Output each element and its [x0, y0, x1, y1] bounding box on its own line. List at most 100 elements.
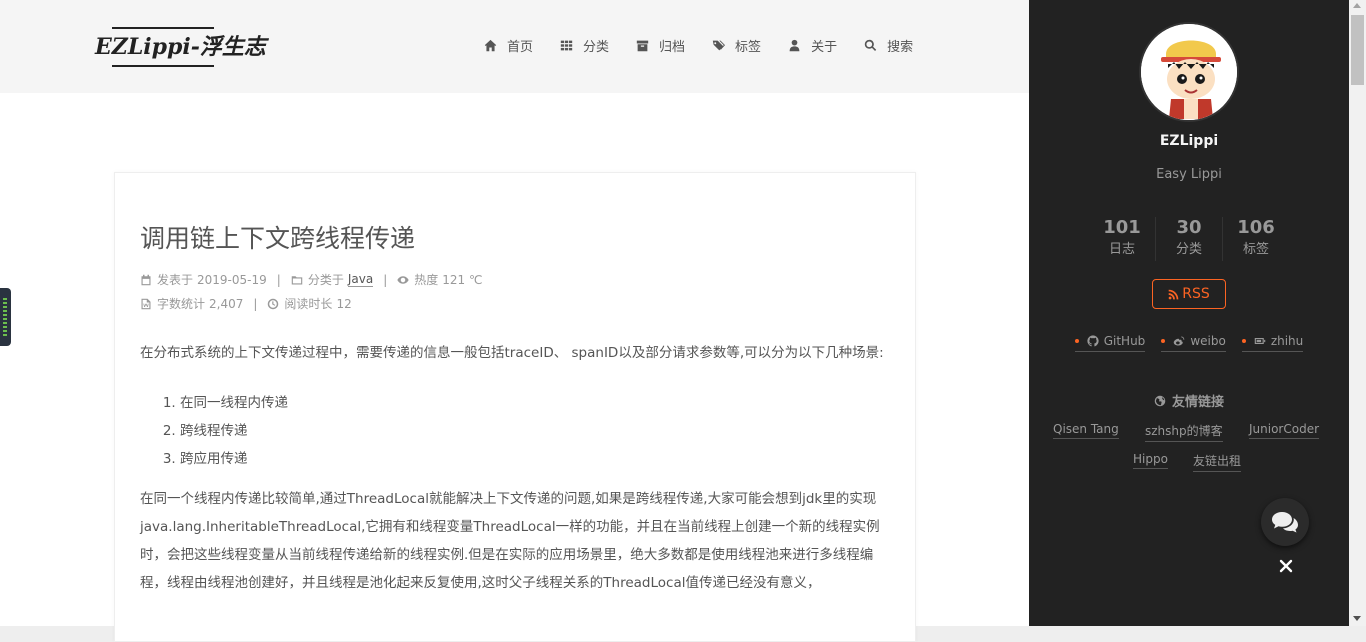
post-paragraph-2: 在同一个线程内传递比较简单,通过ThreadLocal就能解决上下文传递的问题,…: [140, 491, 880, 591]
search-icon: [864, 39, 877, 51]
meta-divider: |: [276, 272, 281, 287]
wordcount-value: 2,407: [209, 296, 244, 311]
post-body: 在分布式系统的上下文传递过程中，需要传递的信息一般包括traceID、 span…: [140, 339, 892, 609]
category-link[interactable]: Java: [347, 272, 374, 287]
side-toggle-tab[interactable]: [0, 288, 11, 346]
scroll-up-arrow[interactable]: [1353, 3, 1361, 8]
category-label: 分类于: [307, 273, 344, 287]
file-word-icon: [141, 298, 151, 309]
page-scrollbar[interactable]: [1349, 0, 1366, 626]
list-item: 跨应用传递: [180, 445, 892, 473]
clock-icon: [268, 298, 279, 309]
stat-categories[interactable]: 30 分类: [1155, 217, 1222, 261]
zhihu-icon: [1254, 338, 1266, 344]
chat-button[interactable]: [1261, 498, 1309, 546]
rss-button[interactable]: RSS: [1152, 279, 1226, 309]
nav-item-about[interactable]: 关于: [788, 36, 837, 55]
tab-bar: [3, 302, 7, 304]
readtime-value: 12: [336, 296, 352, 311]
stat-label: 日志: [1108, 242, 1135, 257]
views-count: 121 ℃: [442, 272, 483, 287]
tab-bar: [3, 322, 7, 324]
social-label: GitHub: [1103, 334, 1146, 348]
social-link-github[interactable]: GitHub: [1074, 334, 1146, 352]
tab-bar: [3, 314, 7, 316]
list-item: 在同一线程内传递: [180, 389, 892, 417]
scroll-thumb[interactable]: [1351, 15, 1364, 85]
scroll-down-arrow[interactable]: [1353, 616, 1361, 621]
brand-top-rule: [112, 27, 214, 29]
published-date: 2019-05-19: [197, 272, 267, 287]
tab-bar: [3, 310, 7, 312]
folder-icon: [291, 275, 303, 284]
social-link-zhihu[interactable]: zhihu: [1241, 334, 1304, 352]
nav-label-tags: 标签: [735, 40, 762, 55]
tab-bar: [3, 326, 7, 328]
stat-number: 30: [1176, 217, 1202, 238]
nav-item-categories[interactable]: 分类: [560, 36, 609, 55]
site-header: EZLippi-浮生志 首页 分类 归档 标签 关于 搜索: [0, 0, 1029, 93]
published-label: 发表于: [157, 273, 194, 287]
rss-label: RSS: [1182, 286, 1210, 302]
eye-icon: [397, 275, 409, 284]
stat-number: 106: [1237, 217, 1275, 238]
stat-label: 分类: [1175, 242, 1202, 257]
friend-link[interactable]: 友链出租: [1193, 452, 1242, 472]
author-name: EZLippi: [1159, 133, 1219, 149]
meta-divider: |: [383, 272, 388, 287]
author-avatar[interactable]: [1139, 22, 1239, 122]
nav-label-about: 关于: [811, 40, 838, 55]
home-icon: [484, 39, 497, 52]
friend-link[interactable]: Qisen Tang: [1053, 422, 1119, 439]
social-link-weibo[interactable]: weibo: [1161, 334, 1226, 352]
list-item: 跨线程传递: [180, 417, 892, 445]
nav-label-search: 搜索: [887, 40, 914, 55]
nav-label-archives: 归档: [659, 40, 686, 55]
tab-bar: [3, 330, 7, 332]
archive-icon: [636, 40, 649, 52]
link-bullet: [1074, 339, 1079, 343]
stat-tags[interactable]: 106 标签: [1222, 217, 1289, 261]
user-icon: [789, 39, 800, 52]
close-icon[interactable]: [1278, 558, 1294, 574]
globe-icon: [1154, 395, 1166, 406]
readtime-label: 阅读时长: [284, 297, 333, 311]
nav-label-home: 首页: [507, 40, 534, 55]
friends-title: 友情链接: [1171, 395, 1224, 410]
tab-bar: [3, 298, 7, 300]
link-bullet: [1241, 339, 1246, 343]
stat-posts[interactable]: 101 日志: [1089, 217, 1155, 261]
site-title[interactable]: EZLippi-浮生志: [95, 28, 266, 66]
stat-number: 101: [1103, 217, 1141, 238]
nav-item-archives[interactable]: 归档: [636, 36, 685, 55]
views-label: 热度: [414, 273, 439, 287]
post-paragraph-intro: 在分布式系统的上下文传递过程中，需要传递的信息一般包括traceID、 span…: [140, 345, 884, 361]
tab-bar: [3, 306, 7, 308]
post-article: 调用链上下文跨线程传递 发表于 2019-05-19 | 分类于 Java | …: [114, 172, 916, 642]
friend-link[interactable]: JuniorCoder: [1249, 422, 1320, 439]
tab-bar: [3, 318, 7, 320]
avatar-image: [1141, 24, 1237, 120]
social-label: zhihu: [1270, 334, 1304, 348]
friends-heading: 友情链接: [1029, 391, 1349, 410]
main-nav: 首页 分类 归档 标签 关于 搜索: [484, 36, 940, 55]
comments-icon: [1272, 512, 1298, 533]
post-meta-row-1: 发表于 2019-05-19 | 分类于 Java | 热度 121 ℃: [140, 271, 482, 288]
stat-label: 标签: [1242, 242, 1269, 257]
meta-divider: |: [253, 296, 258, 311]
social-label: weibo: [1190, 334, 1226, 348]
site-brand-link[interactable]: EZLippi-浮生志: [95, 27, 266, 67]
site-stats: 101 日志 30 分类 106 标签: [1089, 217, 1289, 261]
nav-label-categories: 分类: [583, 40, 610, 55]
friend-link[interactable]: szhshp的博客: [1145, 422, 1223, 442]
nav-item-search[interactable]: 搜索: [864, 36, 913, 55]
nav-item-tags[interactable]: 标签: [712, 36, 761, 55]
nav-item-home[interactable]: 首页: [484, 36, 533, 55]
wordcount-label: 字数统计: [157, 297, 206, 311]
friend-link[interactable]: Hippo: [1133, 452, 1168, 469]
calendar-icon: [141, 274, 151, 285]
post-title[interactable]: 调用链上下文跨线程传递: [140, 219, 415, 255]
tab-bar: [3, 334, 7, 336]
rss-icon: [1168, 289, 1179, 299]
brand-bottom-rule: [112, 65, 214, 67]
